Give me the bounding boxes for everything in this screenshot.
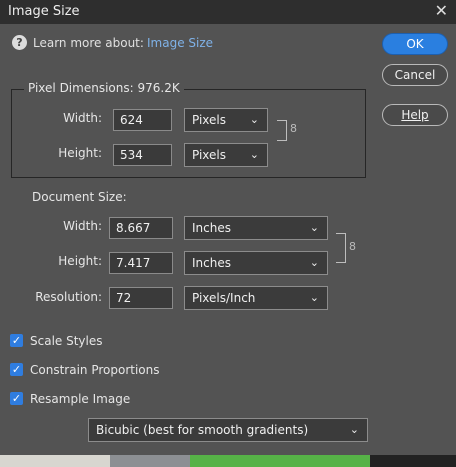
scale-styles-label: Scale Styles [30,334,103,348]
pixel-width-input[interactable]: 624 [113,109,172,131]
pixel-height-label: Height: [58,146,102,160]
chevron-down-icon: ⌄ [349,423,359,436]
resolution-unit-value: Pixels/Inch [192,291,256,305]
pixel-link-bracket [277,120,287,141]
resample-method-select[interactable]: Bicubic (best for smooth gradients) ⌄ [88,418,368,442]
resample-image-label: Resample Image [30,392,131,406]
pixel-dimensions-size: 976.2K [137,81,180,95]
pixel-width-label: Width: [63,111,102,125]
image-fragment [370,455,456,467]
chevron-down-icon: ⌄ [249,113,259,126]
doc-height-label: Height: [58,254,102,268]
image-fragment [190,455,370,467]
chevron-down-icon: ⌄ [309,256,319,269]
help-circle-icon: ? [12,35,27,50]
close-icon[interactable]: ✕ [435,1,448,20]
title-bar[interactable]: Image Size ✕ [0,0,456,24]
resolution-label: Resolution: [35,290,102,304]
doc-width-label: Width: [63,219,102,233]
window-title: Image Size [8,4,80,19]
doc-width-unit-value: Inches [192,221,231,235]
doc-height-input[interactable]: 7.417 [109,252,173,274]
document-size-label: Document Size: [32,190,127,204]
help-button[interactable]: Help [382,104,448,126]
ok-button[interactable]: OK [382,33,448,55]
image-fragment [0,455,110,467]
scale-styles-checkbox[interactable]: ✓ [10,334,23,347]
constrain-proportions-checkbox[interactable]: ✓ [10,363,23,376]
resolution-unit-select[interactable]: Pixels/Inch ⌄ [184,286,328,310]
link-chain-icon: 8 [290,122,297,135]
pixel-height-input[interactable]: 534 [113,144,172,166]
pixel-height-unit-select[interactable]: Pixels ⌄ [184,143,268,167]
doc-height-unit-value: Inches [192,256,231,270]
pixel-dimensions-label: Pixel Dimensions: 976.2K [24,81,184,95]
learn-more-link[interactable]: Image Size [147,36,213,50]
doc-width-input[interactable]: 8.667 [109,217,173,239]
pixel-width-unit-value: Pixels [192,113,227,127]
constrain-proportions-label: Constrain Proportions [30,363,160,377]
doc-link-bracket [336,233,346,263]
chevron-down-icon: ⌄ [309,221,319,234]
resample-method-value: Bicubic (best for smooth gradients) [96,423,309,437]
help-button-label: Help [401,108,429,122]
resample-image-checkbox[interactable]: ✓ [10,392,23,405]
doc-height-unit-select[interactable]: Inches ⌄ [184,251,328,275]
learn-more-label: Learn more about: [33,36,144,50]
image-size-dialog: Image Size ✕ ? Learn more about: Image S… [0,0,456,467]
pixel-height-unit-value: Pixels [192,148,227,162]
chevron-down-icon: ⌄ [249,148,259,161]
pixel-width-unit-select[interactable]: Pixels ⌄ [184,108,268,132]
doc-width-unit-select[interactable]: Inches ⌄ [184,216,328,240]
resolution-input[interactable]: 72 [109,287,173,309]
background-image-strip [0,455,456,467]
cancel-button[interactable]: Cancel [382,64,448,86]
link-chain-icon: 8 [349,240,356,253]
image-fragment [110,455,190,467]
pixel-dimensions-title: Pixel Dimensions: [28,81,134,95]
chevron-down-icon: ⌄ [309,291,319,304]
